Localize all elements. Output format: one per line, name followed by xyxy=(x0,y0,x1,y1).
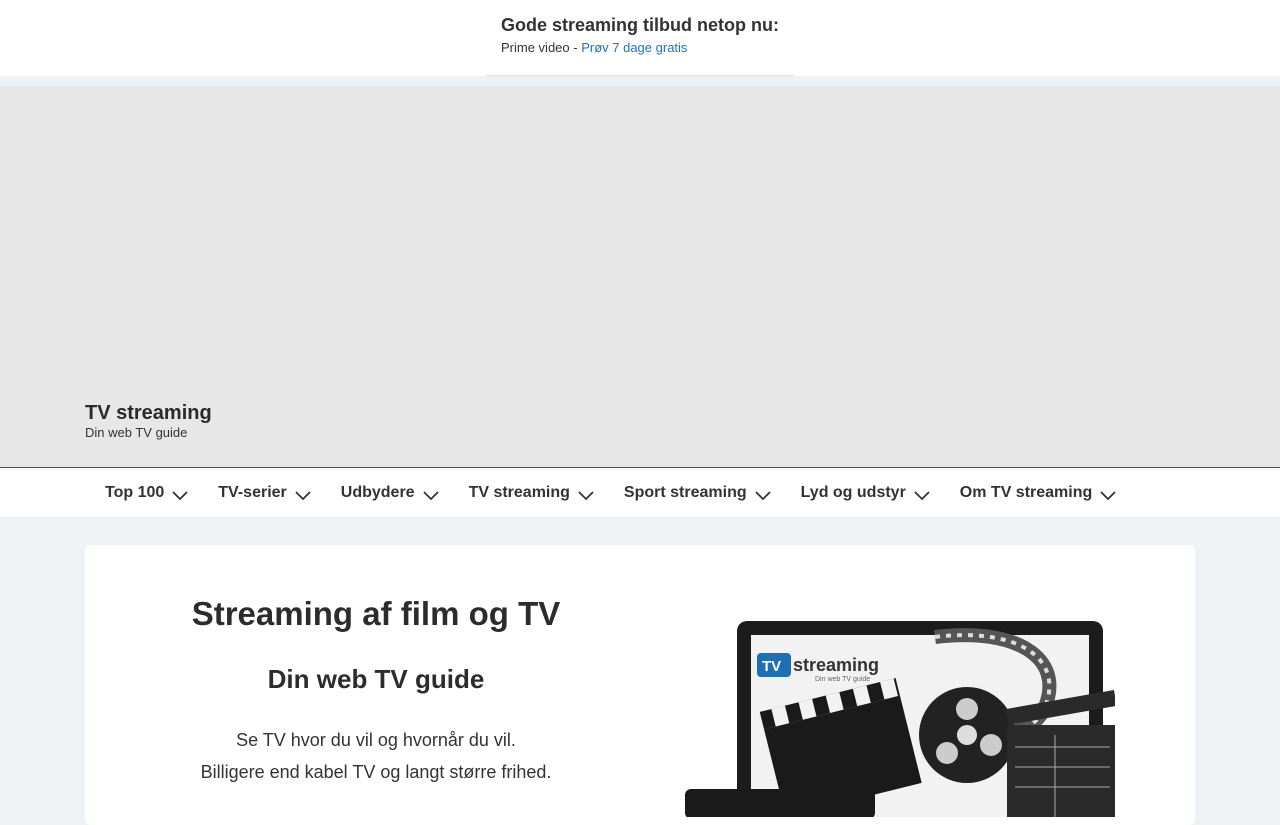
nav-item-tv-streaming[interactable]: TV streaming xyxy=(469,484,594,502)
site-title[interactable]: TV streaming xyxy=(85,402,212,425)
nav-item-label: Udbydere xyxy=(340,483,415,501)
nav-item-udbydere[interactable]: Udbydere xyxy=(341,484,439,502)
logo-word: streaming xyxy=(793,655,879,675)
nav-item-top-100[interactable]: Top 100 xyxy=(105,484,188,502)
nav-item-label: TV streaming xyxy=(468,483,570,501)
promo-title: Gode streaming tilbud netop nu: xyxy=(501,15,779,35)
nav-item-tv-serier[interactable]: TV-serier xyxy=(218,483,311,502)
promo-bar: Gode streaming tilbud netop nu: Prime vi… xyxy=(0,0,1280,76)
foreground-device xyxy=(685,789,875,819)
tv-illustration-svg: TV streaming Din web TV guide xyxy=(685,621,1117,825)
nav-item-label: Lyd og udstyr xyxy=(800,483,906,501)
nav-item-label: TV-serier xyxy=(218,483,287,501)
nav-item-sport-streaming[interactable]: Sport streaming xyxy=(624,484,771,502)
chevron-down-icon[interactable] xyxy=(1100,488,1116,500)
chevron-down-icon[interactable] xyxy=(295,488,311,500)
nav-item-lyd-og-udstyr[interactable]: Lyd og udstyr xyxy=(801,484,930,502)
hero-heading: Streaming af film og TV xyxy=(191,595,561,632)
promo-box: Gode streaming tilbud netop nu: Prime vi… xyxy=(486,0,794,76)
nav-item-om-tv-streaming[interactable]: Om TV streaming xyxy=(960,484,1116,502)
logo-tag: Din web TV guide xyxy=(815,676,870,683)
logo-tv-text: TV xyxy=(762,658,781,675)
nav-items: Top 100 TV-serier Udbydere TV streaming Spor… xyxy=(105,468,1146,517)
hero-line-1: Se TV hvor du vil og hvornår du vil. xyxy=(236,730,516,750)
chevron-down-icon[interactable] xyxy=(578,488,594,500)
promo-link[interactable]: Prøv 7 dage gratis xyxy=(581,40,687,55)
chevron-down-icon[interactable] xyxy=(172,488,188,500)
nav-item-label: Om TV streaming xyxy=(959,483,1093,501)
promo-prefix: Prime video - xyxy=(501,40,582,55)
hero-subheading: Din web TV guide xyxy=(267,664,485,694)
promo-line: Prime video - Prøv 7 dage gratis xyxy=(501,40,794,56)
chevron-down-icon[interactable] xyxy=(422,488,439,500)
nav-item-label: Sport streaming xyxy=(623,483,747,501)
site-tagline: Din web TV guide xyxy=(85,425,188,440)
hero-line-2: Billigere end kabel TV og langt større f… xyxy=(200,762,552,782)
hero-card: Streaming af film og TV Din web TV guide… xyxy=(85,545,1195,825)
nav-item-label: Top 100 xyxy=(105,483,165,501)
hero-illustration: TV streaming Din web TV guide xyxy=(685,617,1117,825)
chevron-down-icon[interactable] xyxy=(754,488,771,500)
chevron-down-icon[interactable] xyxy=(914,488,930,500)
main-nav: Top 100 TV-serier Udbydere TV streaming Spor… xyxy=(0,467,1280,517)
site-header-banner: TV streaming Din web TV guide xyxy=(0,86,1280,468)
